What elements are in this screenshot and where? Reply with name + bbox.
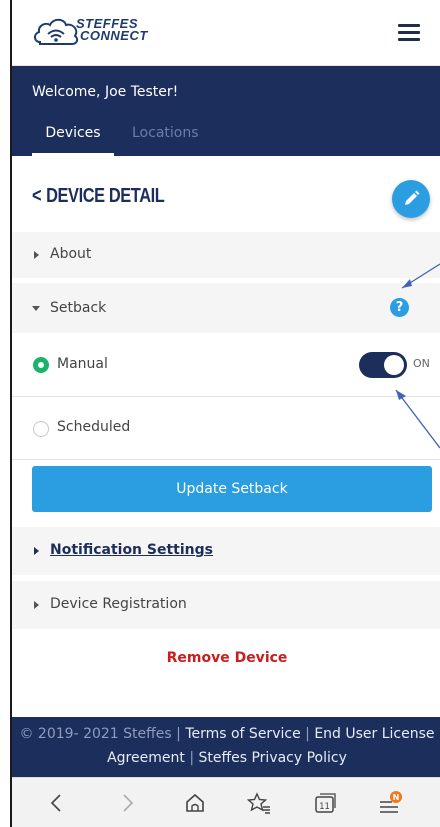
- footer-line-2: Agreement | Steffes Privacy Policy: [12, 746, 440, 770]
- about-section-toggle[interactable]: About: [12, 232, 440, 278]
- device-registration-toggle[interactable]: Device Registration: [12, 581, 440, 629]
- favorite-icon[interactable]: [246, 790, 272, 816]
- footer-separator: |: [305, 726, 310, 742]
- top-bar: STEFFES CONNECT: [12, 0, 440, 66]
- footer-separator: |: [176, 726, 181, 742]
- tab-locations[interactable]: Locations: [132, 124, 199, 141]
- tab-devices[interactable]: Devices: [32, 124, 114, 156]
- menu-icon[interactable]: N: [376, 790, 402, 816]
- tabs-icon[interactable]: 11: [312, 790, 338, 816]
- setback-label: Setback: [50, 300, 107, 316]
- scheduled-radio[interactable]: [33, 421, 49, 437]
- footer: © 2019- 2021 Steffes | Terms of Service …: [12, 717, 440, 777]
- scheduled-option[interactable]: Scheduled: [12, 398, 440, 460]
- steffes-connect-logo[interactable]: STEFFES CONNECT: [32, 12, 162, 52]
- caret-right-icon: [34, 547, 39, 555]
- notification-badge: N: [393, 793, 400, 802]
- remove-device-link[interactable]: Remove Device: [12, 650, 440, 666]
- caret-right-icon: [34, 601, 39, 609]
- terms-of-service-link[interactable]: Terms of Service: [185, 726, 300, 742]
- help-icon[interactable]: ?: [390, 298, 409, 317]
- manual-option[interactable]: Manual ON: [12, 333, 440, 397]
- notification-settings-toggle[interactable]: Notification Settings: [12, 527, 440, 575]
- manual-setback-toggle[interactable]: [359, 352, 407, 378]
- device-detail-header: < DEVICE DETAIL: [12, 156, 440, 232]
- back-to-devices-link[interactable]: < DEVICE DETAIL: [32, 185, 165, 208]
- about-label: About: [50, 246, 92, 262]
- caret-right-icon: [34, 251, 39, 259]
- scheduled-label: Scheduled: [57, 419, 131, 435]
- back-icon[interactable]: [44, 790, 70, 816]
- welcome-message: Welcome, Joe Tester!: [32, 84, 179, 100]
- eula-link-part-1[interactable]: End User License: [314, 726, 434, 742]
- logo-wordmark: STEFFES CONNECT: [76, 17, 148, 43]
- browser-toolbar: 11 N: [12, 777, 440, 827]
- update-setback-button[interactable]: Update Setback: [32, 466, 432, 512]
- footer-separator: |: [189, 750, 195, 766]
- footer-line-1: © 2019- 2021 Steffes | Terms of Service …: [12, 722, 440, 746]
- copyright-text: © 2019- 2021 Steffes: [19, 726, 172, 742]
- setback-section-toggle[interactable]: Setback ?: [12, 283, 440, 333]
- forward-icon[interactable]: [114, 790, 140, 816]
- logo-line-2: CONNECT: [80, 28, 148, 43]
- pencil-icon: [405, 190, 420, 205]
- privacy-policy-link[interactable]: Steffes Privacy Policy: [198, 750, 346, 766]
- manual-radio[interactable]: [33, 357, 49, 373]
- manual-label: Manual: [57, 356, 108, 372]
- notification-settings-label[interactable]: Notification Settings: [50, 542, 213, 558]
- cloud-wifi-icon: [34, 18, 79, 45]
- caret-down-icon: [32, 306, 40, 311]
- back-chevron-icon: <: [32, 185, 42, 207]
- hamburger-icon[interactable]: [398, 24, 420, 42]
- eula-link-part-2[interactable]: Agreement: [107, 750, 185, 766]
- page-title: DEVICE DETAIL: [46, 185, 165, 207]
- toggle-state-label: ON: [413, 357, 430, 370]
- edit-device-button[interactable]: [392, 180, 430, 218]
- app-screen: STEFFES CONNECT Welcome, Joe Tester! Dev…: [10, 0, 440, 827]
- welcome-header: Welcome, Joe Tester! Devices Locations: [12, 66, 440, 156]
- home-icon[interactable]: [182, 790, 208, 816]
- tabs-count: 11: [319, 802, 330, 812]
- device-registration-label: Device Registration: [50, 596, 187, 612]
